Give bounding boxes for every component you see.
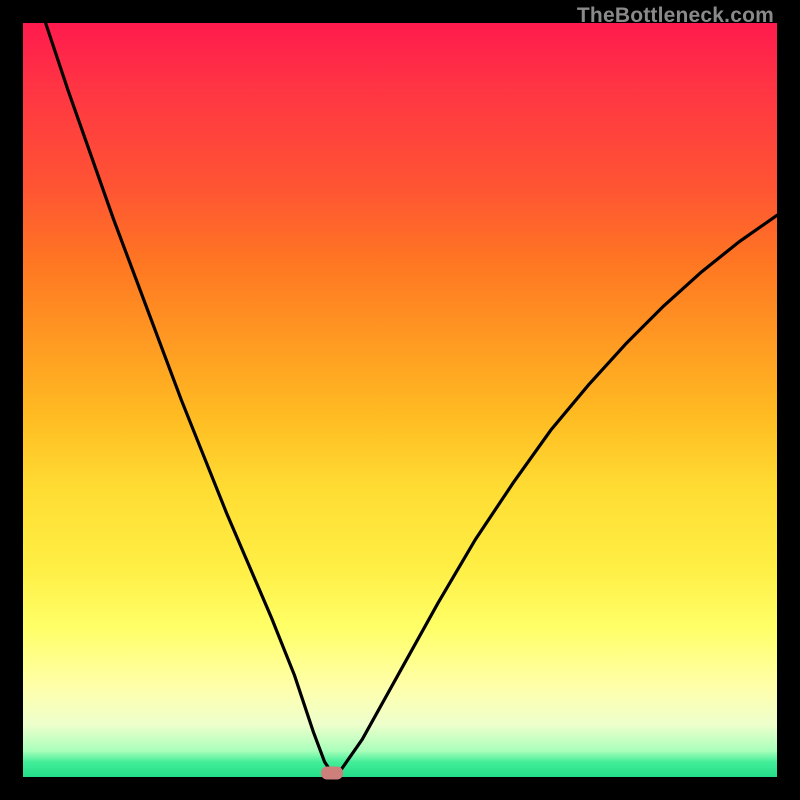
curve-path [46,23,777,773]
chart-frame: TheBottleneck.com [0,0,800,800]
bottleneck-curve [23,23,777,777]
plot-area [23,23,777,777]
optimal-point-marker [321,767,343,780]
watermark-text: TheBottleneck.com [577,4,774,28]
